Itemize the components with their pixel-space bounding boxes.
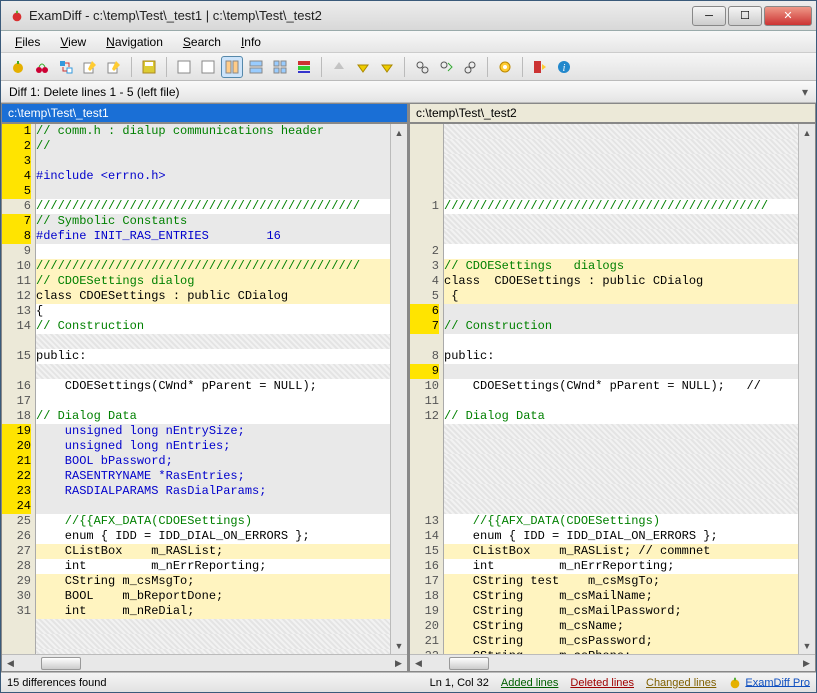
chevron-down-icon: ▾ (802, 85, 808, 99)
toolbar: i (1, 53, 816, 81)
separator-icon (522, 57, 523, 77)
scroll-right-icon[interactable]: ▶ (390, 656, 407, 671)
right-vertical-scrollbar[interactable]: ▲ ▼ (798, 124, 815, 654)
left-gutter: 1234567891011121314151617181920212223242… (2, 124, 36, 654)
right-horizontal-scrollbar[interactable]: ◀ ▶ (410, 654, 815, 671)
separator-icon (166, 57, 167, 77)
scroll-left-icon[interactable]: ◀ (410, 656, 427, 671)
view-rows-icon[interactable] (293, 56, 315, 78)
swap-icon[interactable] (55, 56, 77, 78)
diff-selector[interactable]: Diff 1: Delete lines 1 - 5 (left file) ▾ (1, 81, 816, 103)
save-icon[interactable] (138, 56, 160, 78)
scroll-down-icon[interactable]: ▼ (391, 637, 407, 654)
right-code-area[interactable]: ////////////////////////////////////////… (444, 124, 798, 654)
svg-text:i: i (563, 63, 566, 74)
scroll-down-icon[interactable]: ▼ (799, 637, 815, 654)
status-added-link[interactable]: Added lines (501, 677, 559, 689)
scroll-track[interactable] (799, 141, 815, 637)
diff-selector-label: Diff 1: Delete lines 1 - 5 (left file) (9, 85, 180, 99)
arrow-down-y-icon[interactable] (352, 56, 374, 78)
status-bar: 15 differences found Ln 1, Col 32 Added … (1, 672, 816, 692)
menu-navigation[interactable]: Navigation (98, 33, 171, 51)
scroll-left-icon[interactable]: ◀ (2, 656, 19, 671)
edit2-icon[interactable] (103, 56, 125, 78)
separator-icon (131, 57, 132, 77)
menu-view[interactable]: View (52, 33, 94, 51)
view-single2-icon[interactable] (197, 56, 219, 78)
scroll-track[interactable] (391, 141, 407, 637)
scroll-thumb[interactable] (41, 657, 81, 670)
diff-panes: 1234567891011121314151617181920212223242… (1, 123, 816, 672)
exit-icon[interactable] (529, 56, 551, 78)
right-pane: 1234567891011121314151617181920212223242… (408, 123, 816, 672)
status-cursor-pos: Ln 1, Col 32 (430, 677, 489, 689)
menu-files[interactable]: Files (7, 33, 48, 51)
separator-icon (321, 57, 322, 77)
app-window: ExamDiff - c:\temp\Test\_test1 | c:\temp… (0, 0, 817, 693)
left-vertical-scrollbar[interactable]: ▲ ▼ (390, 124, 407, 654)
scroll-thumb[interactable] (449, 657, 489, 670)
menu-search[interactable]: Search (175, 33, 229, 51)
view-grid-icon[interactable] (269, 56, 291, 78)
find-prev-icon[interactable] (459, 56, 481, 78)
cherries-icon[interactable] (31, 56, 53, 78)
minimize-button[interactable]: ─ (692, 6, 726, 26)
maximize-button[interactable]: ☐ (728, 6, 762, 26)
menu-bar: Files View Navigation Search Info (1, 31, 816, 53)
status-diff-count: 15 differences found (7, 677, 106, 689)
right-pane-body: 1234567891011121314151617181920212223242… (410, 124, 815, 654)
find-next-icon[interactable] (435, 56, 457, 78)
info-icon[interactable]: i (553, 56, 575, 78)
file-headers: c:\temp\Test\_test1 c:\temp\Test\_test2 (1, 103, 816, 123)
options-icon[interactable] (494, 56, 516, 78)
window-title: ExamDiff - c:\temp\Test\_test1 | c:\temp… (29, 8, 692, 23)
status-changed-link[interactable]: Changed lines (646, 677, 716, 689)
separator-icon (487, 57, 488, 77)
apple-icon[interactable] (7, 56, 29, 78)
left-horizontal-scrollbar[interactable]: ◀ ▶ (2, 654, 407, 671)
view-horiz-icon[interactable] (245, 56, 267, 78)
arrow-up-icon[interactable] (328, 56, 350, 78)
close-button[interactable]: ✕ (764, 6, 812, 26)
app-icon (9, 8, 25, 24)
left-pane: 1234567891011121314151617181920212223242… (1, 123, 408, 672)
view-split-active-icon[interactable] (221, 56, 243, 78)
scroll-up-icon[interactable]: ▲ (799, 124, 815, 141)
scroll-up-icon[interactable]: ▲ (391, 124, 407, 141)
separator-icon (404, 57, 405, 77)
left-code-area[interactable]: // comm.h : dialup communications header… (36, 124, 390, 654)
left-pane-body: 1234567891011121314151617181920212223242… (2, 124, 407, 654)
find-icon[interactable] (411, 56, 433, 78)
file-header-right[interactable]: c:\temp\Test\_test2 (409, 103, 816, 123)
file-header-left[interactable]: c:\temp\Test\_test1 (1, 103, 409, 123)
edit-icon[interactable] (79, 56, 101, 78)
status-pro-link[interactable]: ExamDiff Pro (728, 676, 810, 690)
window-controls: ─ ☐ ✕ (692, 6, 812, 26)
menu-info[interactable]: Info (233, 33, 269, 51)
title-bar: ExamDiff - c:\temp\Test\_test1 | c:\temp… (1, 1, 816, 31)
scroll-right-icon[interactable]: ▶ (798, 656, 815, 671)
right-gutter: 1234567891011121314151617181920212223242… (410, 124, 444, 654)
arrow-down-icon[interactable] (376, 56, 398, 78)
view-single-icon[interactable] (173, 56, 195, 78)
status-deleted-link[interactable]: Deleted lines (570, 677, 634, 689)
